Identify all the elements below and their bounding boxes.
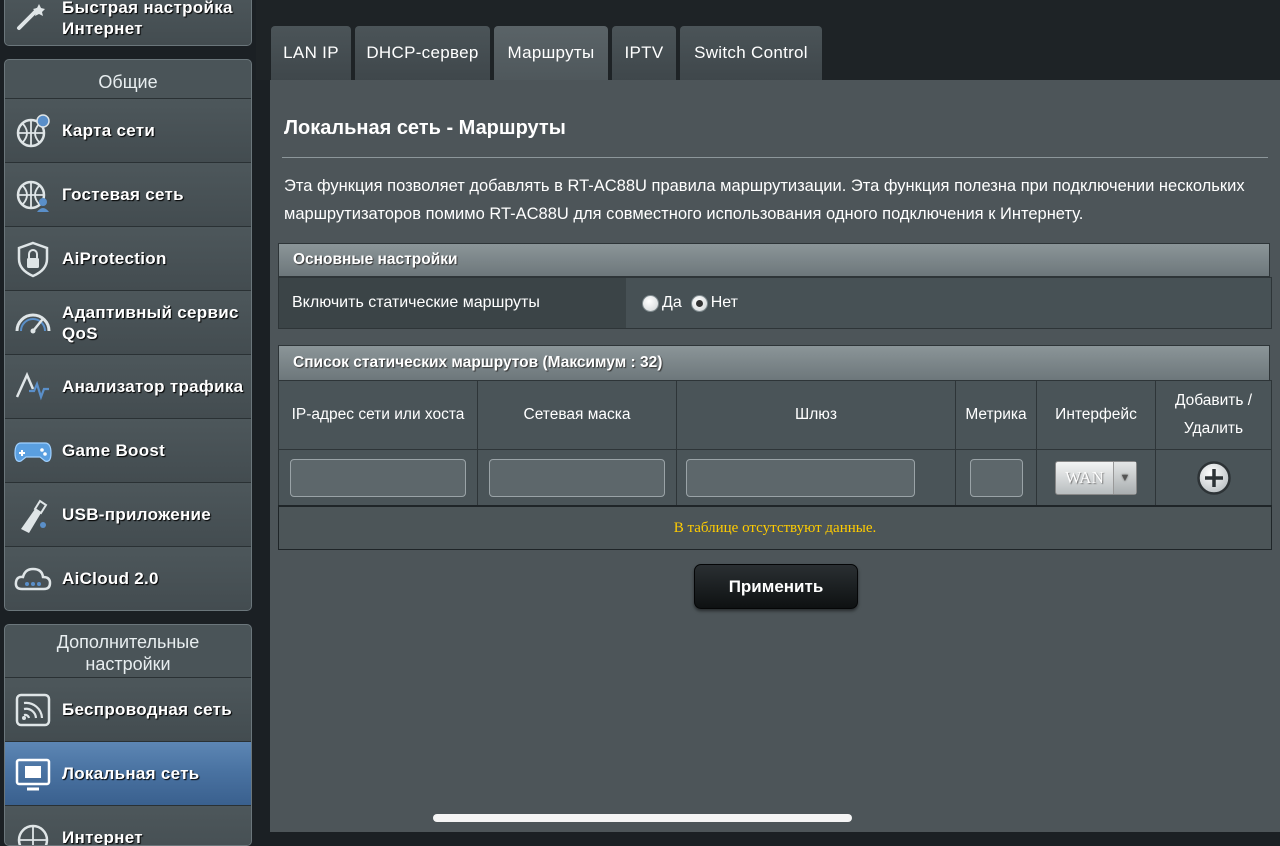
panel-header-general: Общие [5, 60, 251, 99]
network-map-icon [13, 111, 53, 151]
sidebar-item-wireless[interactable]: Беспроводная сеть [5, 678, 251, 742]
column-header-interface: Интерфейс [1037, 381, 1156, 450]
page-description: Эта функция позволяет добавлять в RT-AC8… [284, 172, 1274, 228]
tab-label: Switch Control [694, 43, 808, 63]
sidebar-item-lan[interactable]: Локальная сеть [5, 742, 251, 806]
section-header-routes: Список статических маршрутов (Максимум :… [278, 345, 1270, 381]
home-indicator[interactable] [433, 814, 852, 822]
wireless-icon [13, 690, 53, 730]
setting-label: Включить статические маршруты [279, 278, 626, 328]
general-panel: Общие Карта сети Гостевая сеть [4, 59, 252, 611]
quick-setup-panel: Быстрая настройка Интернет [4, 0, 252, 46]
sidebar-item-label: AiProtection [62, 248, 167, 269]
chevron-down-icon: ▼ [1113, 462, 1136, 494]
section-header-basic: Основные настройки [278, 243, 1270, 277]
tab-label: LAN IP [283, 43, 339, 63]
sidebar-item-internet[interactable]: Интернет [5, 806, 251, 846]
sidebar-item-label: Гостевая сеть [62, 184, 184, 205]
radio-no[interactable] [691, 295, 708, 312]
interface-select-value: WAN [1056, 468, 1113, 488]
sidebar-item-usb-app[interactable]: USB-приложение [5, 483, 251, 547]
sidebar-item-label: Карта сети [62, 120, 155, 141]
routes-table: IP-адрес сети или хоста Сетевая маска Шл… [278, 380, 1272, 506]
tab-switch-control[interactable]: Switch Control [680, 26, 822, 80]
wand-icon [13, 0, 53, 38]
main-content: Локальная сеть - Маршруты Эта функция по… [270, 80, 1280, 832]
add-plus-icon[interactable] [1197, 461, 1231, 495]
traffic-analyzer-icon [13, 367, 53, 407]
section-title: Список статических маршрутов (Максимум :… [293, 354, 662, 372]
cloud-icon [13, 559, 53, 599]
sidebar-item-label: Адаптивный сервис QoS [62, 302, 251, 344]
divider [282, 157, 1268, 158]
tab-iptv[interactable]: IPTV [612, 26, 676, 80]
qos-gauge-icon [13, 303, 53, 343]
radio-no-label[interactable]: Нет [711, 294, 738, 312]
sidebar-item-game-boost[interactable]: Game Boost [5, 419, 251, 483]
advanced-panel: Дополнительные настройки Беспроводная се… [4, 624, 252, 846]
sidebar-item-label: Интернет [62, 827, 143, 846]
interface-select[interactable]: WAN ▼ [1055, 461, 1137, 495]
metric-input[interactable] [970, 459, 1023, 497]
page-title: Локальная сеть - Маршруты [284, 117, 566, 140]
setting-row-enable-static: Включить статические маршруты Да Нет [278, 277, 1272, 329]
radio-yes-label[interactable]: Да [662, 294, 682, 312]
lan-monitor-icon [13, 754, 53, 794]
gateway-input[interactable] [686, 459, 915, 497]
sidebar-item-label: Анализатор трафика [62, 376, 243, 397]
sidebar-item-label: Локальная сеть [62, 763, 200, 784]
sidebar-item-qos[interactable]: Адаптивный сервис QoS [5, 291, 251, 355]
sidebar-item-aiprotection[interactable]: AiProtection [5, 227, 251, 291]
ip-address-input[interactable] [290, 459, 466, 497]
netmask-input[interactable] [489, 459, 665, 497]
panel-header-advanced: Дополнительные настройки [5, 625, 251, 678]
column-header-add-delete: Добавить / Удалить [1156, 381, 1272, 450]
sidebar-item-label: USB-приложение [62, 504, 211, 525]
section-title: Основные настройки [293, 251, 458, 269]
tab-label: DHCP-сервер [366, 43, 478, 63]
sidebar-item-quick-setup[interactable]: Быстрая настройка Интернет [5, 0, 251, 45]
column-header-gateway: Шлюз [677, 381, 956, 450]
sidebar-item-network-map[interactable]: Карта сети [5, 99, 251, 163]
sidebar-item-label: Game Boost [62, 440, 165, 461]
radio-yes[interactable] [642, 295, 659, 312]
radio-group-enable-static: Да Нет [626, 278, 747, 328]
table-header-row: IP-адрес сети или хоста Сетевая маска Шл… [279, 381, 1272, 450]
column-header-metric: Метрика [956, 381, 1037, 450]
sidebar-item-aicloud[interactable]: AiCloud 2.0 [5, 547, 251, 610]
tab-label: Маршруты [507, 43, 594, 63]
sidebar-item-traffic-analyzer[interactable]: Анализатор трафика [5, 355, 251, 419]
apply-button[interactable]: Применить [694, 564, 858, 609]
table-row: WAN ▼ [279, 450, 1272, 506]
sidebar-item-label: Беспроводная сеть [62, 699, 232, 720]
sidebar-item-label: AiCloud 2.0 [62, 568, 159, 589]
tab-routes[interactable]: Маршруты [494, 26, 608, 80]
gamepad-icon [13, 431, 53, 471]
usb-icon [13, 495, 53, 535]
guest-network-icon [13, 175, 53, 215]
empty-table-message: В таблице отсутствуют данные. [278, 505, 1272, 550]
aiprotection-shield-icon [13, 239, 53, 279]
tab-label: IPTV [625, 43, 664, 63]
tab-dhcp-server[interactable]: DHCP-сервер [355, 26, 490, 80]
tab-lan-ip[interactable]: LAN IP [271, 26, 351, 80]
sidebar-item-guest-network[interactable]: Гостевая сеть [5, 163, 251, 227]
sidebar: Быстрая настройка Интернет Общие Карта с… [0, 0, 256, 832]
column-header-mask: Сетевая маска [478, 381, 677, 450]
column-header-ip: IP-адрес сети или хоста [279, 381, 478, 450]
sidebar-item-label: Быстрая настройка Интернет [62, 0, 233, 39]
